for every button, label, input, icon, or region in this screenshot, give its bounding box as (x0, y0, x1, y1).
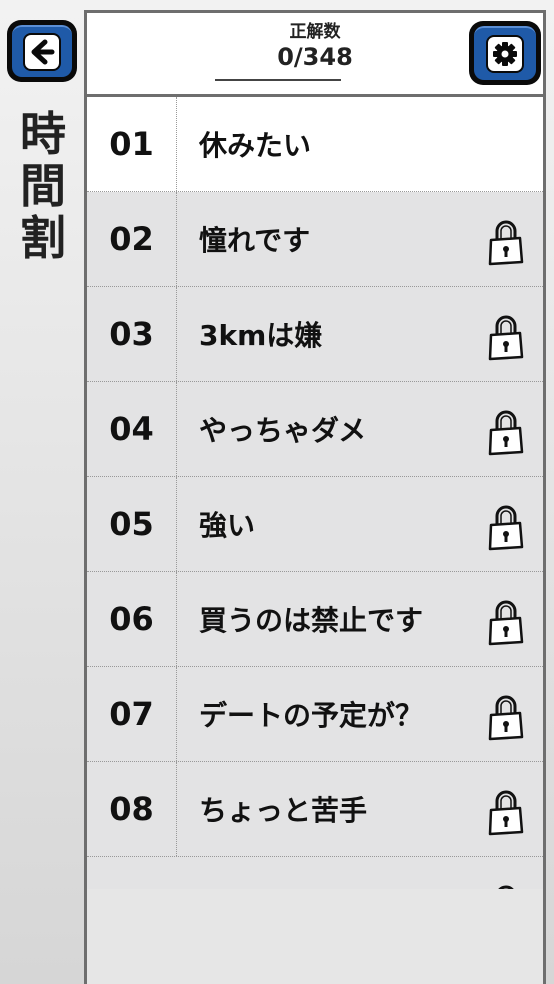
arrow-left-icon (23, 33, 61, 71)
item-number: 08 (87, 762, 177, 856)
item-title: やっちゃダメ (199, 414, 367, 447)
item-title: デートの予定が？ (199, 699, 424, 732)
item-title: 憧れです (199, 224, 311, 257)
list-item[interactable]: 06 買うのは禁止です (87, 572, 543, 667)
padlock-icon (488, 695, 524, 741)
item-number: 06 (87, 572, 177, 666)
list-item[interactable]: 05 強い (87, 477, 543, 572)
page-title-char: 間 (20, 159, 66, 213)
item-title: 休みたい (199, 129, 312, 162)
padlock-icon (488, 315, 524, 361)
item-title: 買うのは禁止です (199, 604, 424, 637)
page-title: 時 間 割 (12, 108, 74, 264)
list-item[interactable] (87, 857, 543, 889)
padlock-icon (488, 505, 524, 551)
padlock-icon (488, 790, 524, 836)
list-item[interactable]: 08 ちょっと苦手 (87, 762, 543, 857)
padlock-icon (488, 600, 524, 646)
page-title-char: 割 (20, 211, 66, 265)
item-title: ちょっと苦手 (199, 794, 368, 827)
gear-icon (486, 35, 524, 73)
stage-list-panel: 正解数 0/348 01 休みたい 02 憧れです 03 3kmは嫌 04 やっ… (84, 10, 546, 984)
list-item[interactable]: 07 デートの予定が？ (87, 667, 543, 762)
header: 正解数 0/348 (87, 13, 543, 97)
item-number: 04 (87, 382, 177, 476)
item-number: 07 (87, 667, 177, 761)
item-number: 02 (87, 192, 177, 286)
item-number: 01 (87, 97, 177, 191)
score-underline (215, 79, 341, 81)
list-item[interactable]: 03 3kmは嫌 (87, 287, 543, 382)
back-button[interactable] (7, 20, 77, 82)
item-number: 05 (87, 477, 177, 571)
list-item[interactable]: 01 休みたい (87, 97, 543, 192)
list-item[interactable]: 04 やっちゃダメ (87, 382, 543, 477)
item-title: 強い (199, 509, 256, 542)
page-title-char: 時 (20, 107, 66, 161)
item-title: 3kmは嫌 (199, 319, 323, 352)
bottom-area (87, 889, 543, 984)
item-number: 03 (87, 287, 177, 381)
padlock-icon (488, 410, 524, 456)
stage-list: 01 休みたい 02 憧れです 03 3kmは嫌 04 やっちゃダメ 05 強い… (87, 97, 543, 889)
list-item[interactable]: 02 憧れです (87, 192, 543, 287)
settings-button[interactable] (469, 21, 541, 85)
padlock-icon (488, 220, 524, 266)
